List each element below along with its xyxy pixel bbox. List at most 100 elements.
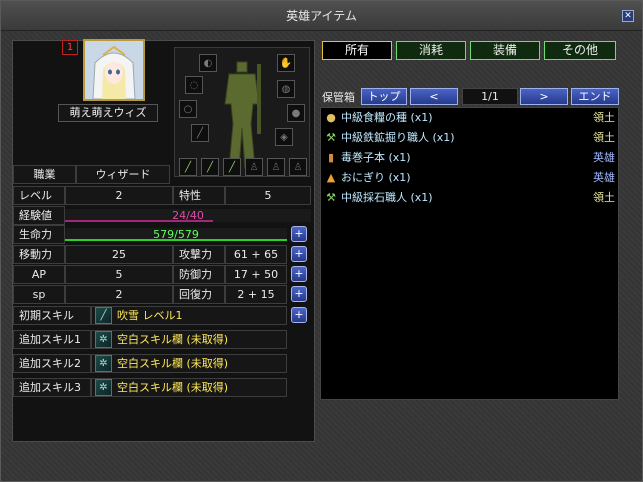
exp-row: 経験値 24/40: [13, 206, 313, 225]
equip-slot-ring[interactable]: ○: [179, 100, 197, 118]
page-top-button[interactable]: トップ: [361, 88, 407, 105]
equip-slot-helmet[interactable]: ◐: [199, 54, 217, 72]
tab-owned[interactable]: 所有: [322, 41, 392, 60]
exp-label: 経験値: [13, 206, 65, 225]
defense-plus-button[interactable]: +: [291, 266, 307, 282]
hero-portrait[interactable]: [83, 39, 145, 101]
item-type: 英雄: [593, 151, 615, 164]
skill-row-extra-3[interactable]: 追加スキル3 ✲ 空白スキル欄 (未取得): [13, 378, 293, 397]
window-title: 英雄アイテム: [286, 9, 357, 23]
equip-slot-armor[interactable]: ◍: [277, 80, 295, 98]
hp-text: 579/579: [153, 228, 199, 241]
tab-equipment[interactable]: 装備: [470, 41, 540, 60]
item-type: 領土: [593, 111, 615, 124]
hp-label: 生命力: [13, 225, 65, 244]
tab-consumable[interactable]: 消耗: [396, 41, 466, 60]
move-value: 25: [65, 245, 173, 264]
skill-name: 空白スキル欄 (未取得): [117, 381, 229, 394]
quick-slot-4[interactable]: ♙: [245, 158, 263, 176]
quick-slot-5[interactable]: ♙: [267, 158, 285, 176]
exp-text: 24/40: [172, 209, 204, 222]
equip-slot-shield[interactable]: ◈: [275, 128, 293, 146]
defense-label: 防御力: [173, 265, 225, 284]
list-item[interactable]: ⚒ 中級鉄鉱掘り職人 (x1) 領土: [321, 128, 618, 148]
hero-number-badge: 1: [62, 40, 78, 55]
job-value: ウィザード: [76, 165, 170, 184]
skill-name: 空白スキル欄 (未取得): [117, 357, 229, 370]
miner-icon: ⚒: [326, 131, 336, 144]
empty-skill-icon[interactable]: ✲: [95, 379, 112, 396]
recovery-value: 2 + 15: [225, 285, 287, 304]
item-name: 中級食糧の種 (x1): [341, 111, 433, 124]
skill-label: 追加スキル1: [13, 330, 91, 349]
hero-name-label: 萌え萌えウィズ: [58, 104, 158, 122]
item-name: 中級鉄鉱掘り職人 (x1): [341, 131, 455, 144]
sp-recovery-row: sp 2 回復力 2 + 15 +: [13, 285, 313, 304]
item-name: 毒巻子本 (x1): [341, 151, 411, 164]
attack-plus-button[interactable]: +: [291, 246, 307, 262]
sp-label: sp: [13, 285, 65, 304]
page-end-button[interactable]: エンド: [571, 88, 619, 105]
equip-slot-gloves[interactable]: ✋: [277, 54, 295, 72]
skill-label: 追加スキル3: [13, 378, 91, 397]
recovery-label: 回復力: [173, 285, 225, 304]
hp-plus-button[interactable]: +: [291, 226, 307, 242]
skill-name: 吹雪 レベル1: [117, 309, 183, 322]
level-row: レベル 2 特性 5: [13, 186, 313, 205]
scroll-icon: ▮: [327, 151, 335, 164]
skill-name: 空白スキル欄 (未取得): [117, 333, 229, 346]
seed-icon: ●: [326, 111, 336, 124]
empty-skill-icon[interactable]: ✲: [95, 355, 112, 372]
list-item[interactable]: ⚒ 中級採石職人 (x1) 領土: [321, 188, 618, 208]
hp-row: 生命力 579/579 +: [13, 225, 313, 244]
empty-skill-icon[interactable]: ✲: [95, 331, 112, 348]
list-item[interactable]: ▲ おにぎり (x1) 英雄: [321, 168, 618, 188]
equip-slot-boots[interactable]: ●: [287, 104, 305, 122]
quick-slot-6[interactable]: ♙: [289, 158, 307, 176]
tab-other[interactable]: その他: [544, 41, 616, 60]
trait-label: 特性: [173, 186, 225, 205]
move-label: 移動力: [13, 245, 65, 264]
item-type: 領土: [593, 191, 615, 204]
blizzard-icon[interactable]: ╱: [95, 307, 112, 324]
skill-label: 初期スキル: [13, 306, 91, 325]
attack-label: 攻撃力: [173, 245, 225, 264]
window-titlebar: 英雄アイテム: [1, 1, 642, 31]
quick-slot-1[interactable]: ╱: [179, 158, 197, 176]
level-value: 2: [65, 186, 173, 205]
level-label: レベル: [13, 186, 65, 205]
skill-row-extra-2[interactable]: 追加スキル2 ✲ 空白スキル欄 (未取得): [13, 354, 293, 373]
ap-value: 5: [65, 265, 173, 284]
trait-value: 5: [225, 186, 311, 205]
storage-label: 保管箱: [322, 91, 355, 104]
page-next-button[interactable]: >: [520, 88, 568, 105]
item-type: 英雄: [593, 171, 615, 184]
riceball-icon: ▲: [326, 171, 336, 184]
hero-silhouette-icon: [224, 61, 261, 169]
item-name: おにぎり (x1): [341, 171, 411, 184]
equip-slot-weapon[interactable]: ╱: [191, 124, 209, 142]
ap-label: AP: [13, 265, 65, 284]
recovery-plus-button[interactable]: +: [291, 286, 307, 302]
hp-bar: 579/579: [65, 228, 287, 241]
close-icon[interactable]: ✕: [622, 10, 634, 22]
skill-plus-button[interactable]: +: [291, 307, 307, 323]
skill-row-initial[interactable]: 初期スキル ╱ 吹雪 レベル1 +: [13, 306, 313, 325]
equip-slot-necklace[interactable]: ◌: [185, 76, 203, 94]
page-indicator: 1/1: [462, 88, 518, 105]
quick-slot-3[interactable]: ╱: [223, 158, 241, 176]
item-type: 領土: [593, 131, 615, 144]
skill-label: 追加スキル2: [13, 354, 91, 373]
list-item[interactable]: ▮ 毒巻子本 (x1) 英雄: [321, 148, 618, 168]
exp-bar: 24/40: [65, 209, 311, 222]
ap-defense-row: AP 5 防御力 17 + 50 +: [13, 265, 313, 284]
move-attack-row: 移動力 25 攻撃力 61 + 65 +: [13, 245, 313, 264]
item-name: 中級採石職人 (x1): [341, 191, 433, 204]
equipment-area: ◐ ✋ ◌ ◍ ○ ● ╱ ◈ ╱ ╱ ╱ ♙ ♙ ♙: [174, 47, 310, 177]
list-item[interactable]: ● 中級食糧の種 (x1) 領土: [321, 108, 618, 128]
quick-slot-2[interactable]: ╱: [201, 158, 219, 176]
attack-value: 61 + 65: [225, 245, 287, 264]
defense-value: 17 + 50: [225, 265, 287, 284]
skill-row-extra-1[interactable]: 追加スキル1 ✲ 空白スキル欄 (未取得): [13, 330, 293, 349]
page-prev-button[interactable]: <: [410, 88, 458, 105]
